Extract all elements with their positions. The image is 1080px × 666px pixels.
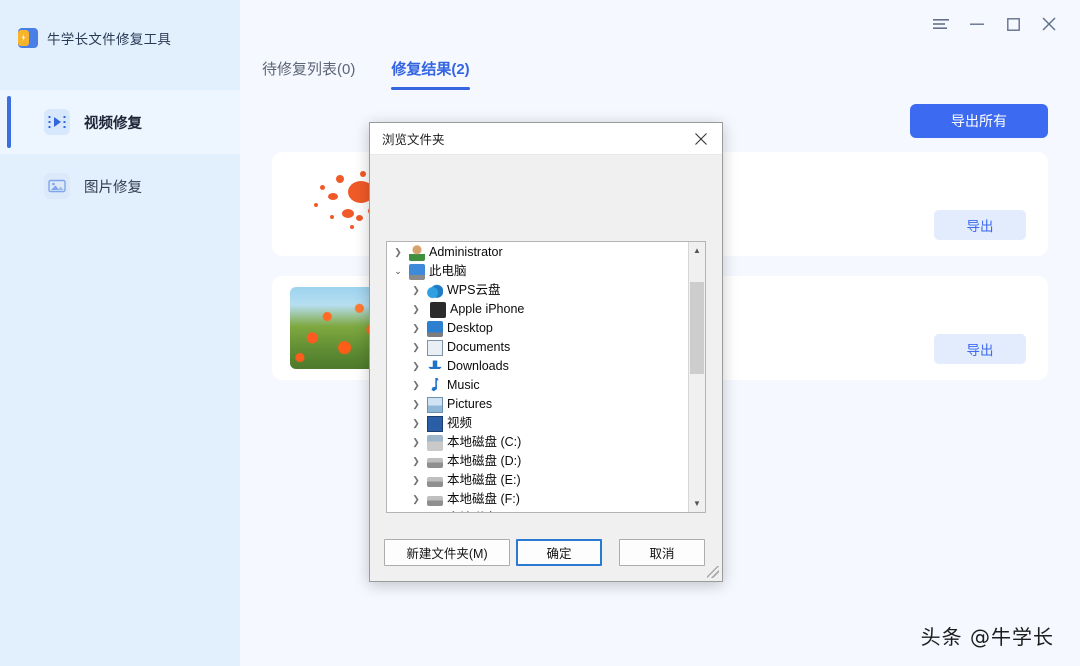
app-logo-icon bbox=[18, 28, 38, 48]
tree-item[interactable]: ❯ 本地磁盘 (G:) bbox=[387, 509, 688, 512]
tree-item[interactable]: ❯ WPS云盘 bbox=[387, 281, 688, 300]
folder-tree: ❯ Administrator ⌄ 此电脑 ❯ WPS云盘 ❯ Apple iP… bbox=[387, 242, 688, 512]
disk-icon bbox=[427, 496, 443, 506]
scroll-down-icon[interactable]: ▼ bbox=[689, 495, 705, 512]
tree-item-label: WPS云盘 bbox=[447, 283, 501, 298]
tree-item[interactable]: ❯ Downloads bbox=[387, 357, 688, 376]
new-folder-button[interactable]: 新建文件夹(M) bbox=[384, 538, 510, 566]
tree-item-label: 本地磁盘 (D:) bbox=[447, 454, 522, 469]
folder-tree-panel: ❯ Administrator ⌄ 此电脑 ❯ WPS云盘 ❯ Apple iP… bbox=[386, 241, 706, 513]
tree-scrollbar[interactable]: ▲ ▼ bbox=[688, 242, 705, 512]
video-repair-icon bbox=[44, 109, 70, 135]
chevron-right-icon[interactable]: ❯ bbox=[409, 322, 423, 336]
tree-item[interactable]: ❯ Administrator bbox=[387, 243, 688, 262]
app-brand: 牛学长文件修复工具 bbox=[0, 0, 240, 56]
chevron-right-icon[interactable]: ❯ bbox=[409, 284, 423, 298]
scroll-up-icon[interactable]: ▲ bbox=[689, 242, 705, 259]
tree-item[interactable]: ❯ Music bbox=[387, 376, 688, 395]
minimize-icon[interactable] bbox=[962, 9, 992, 39]
tree-item-label: 此电脑 bbox=[429, 264, 467, 279]
dialog-body: ❯ Administrator ⌄ 此电脑 ❯ WPS云盘 ❯ Apple iP… bbox=[370, 155, 722, 523]
phone-icon bbox=[430, 301, 446, 318]
disk-c-icon bbox=[427, 434, 443, 451]
user-icon bbox=[409, 244, 425, 261]
tree-item-label: Administrator bbox=[429, 245, 503, 260]
tab-bar: 待修复列表(0) 修复结果(2) bbox=[240, 48, 1080, 90]
pictures-icon bbox=[427, 396, 443, 413]
export-button[interactable]: 导出 bbox=[934, 334, 1026, 364]
window-titlebar bbox=[240, 0, 1080, 48]
tree-item-label: Pictures bbox=[447, 397, 493, 412]
ok-button[interactable]: 确定 bbox=[516, 538, 602, 566]
image-repair-icon bbox=[44, 173, 70, 199]
chevron-down-icon[interactable]: ⌄ bbox=[391, 265, 405, 279]
tree-item[interactable]: ⌄ 此电脑 bbox=[387, 262, 688, 281]
chevron-right-icon[interactable]: ❯ bbox=[409, 493, 423, 507]
chevron-right-icon[interactable]: ❯ bbox=[409, 341, 423, 355]
tree-item-label: 本地磁盘 (C:) bbox=[447, 435, 522, 450]
tab-pending-list[interactable]: 待修复列表(0) bbox=[262, 58, 355, 90]
chevron-right-icon[interactable]: ❯ bbox=[409, 436, 423, 450]
close-icon[interactable] bbox=[1034, 9, 1064, 39]
chevron-right-icon[interactable]: ❯ bbox=[409, 417, 423, 431]
cloud-icon bbox=[427, 282, 443, 299]
browse-folder-dialog: 浏览文件夹 ❯ Administrator ⌄ 此电脑 ❯ WPS云盘 ❯ Ap… bbox=[369, 122, 723, 582]
tree-item-label: 视频 bbox=[447, 416, 473, 431]
sidebar-item-video-repair[interactable]: 视频修复 bbox=[0, 90, 240, 154]
tree-item[interactable]: ❯ 本地磁盘 (C:) bbox=[387, 433, 688, 452]
chevron-right-icon[interactable]: ❯ bbox=[409, 360, 423, 374]
tree-item-label: 本地磁盘 (F:) bbox=[447, 492, 520, 507]
disk-icon bbox=[427, 477, 443, 487]
dialog-footer: 新建文件夹(M) 确定 取消 bbox=[370, 523, 722, 581]
tree-item[interactable]: ❯ Documents bbox=[387, 338, 688, 357]
sidebar-item-image-repair[interactable]: 图片修复 bbox=[0, 154, 240, 218]
sidebar: 牛学长文件修复工具 视频修复 图片修复 bbox=[0, 0, 240, 666]
tree-item[interactable]: ❯ Pictures bbox=[387, 395, 688, 414]
sidebar-item-label: 图片修复 bbox=[84, 179, 142, 196]
sidebar-nav: 视频修复 图片修复 bbox=[0, 90, 240, 218]
tree-item[interactable]: ❯ 本地磁盘 (D:) bbox=[387, 452, 688, 471]
tree-item-label: Downloads bbox=[447, 359, 509, 374]
dialog-instruction-area bbox=[370, 155, 722, 231]
chevron-right-icon[interactable]: ❯ bbox=[409, 303, 423, 317]
chevron-right-icon[interactable]: ❯ bbox=[409, 455, 423, 469]
cancel-button[interactable]: 取消 bbox=[619, 538, 705, 566]
sidebar-item-label: 视频修复 bbox=[84, 115, 142, 132]
tree-item-label: Desktop bbox=[447, 321, 493, 336]
export-all-button[interactable]: 导出所有 bbox=[910, 104, 1048, 138]
tree-item-label: Documents bbox=[447, 340, 511, 355]
menu-icon[interactable] bbox=[926, 9, 956, 39]
documents-icon bbox=[427, 339, 443, 356]
dialog-title: 浏览文件夹 bbox=[382, 133, 445, 147]
chevron-right-icon[interactable]: ❯ bbox=[409, 474, 423, 488]
chevron-right-icon[interactable]: ❯ bbox=[409, 398, 423, 412]
music-icon bbox=[431, 377, 439, 392]
export-button[interactable]: 导出 bbox=[934, 210, 1026, 240]
computer-icon bbox=[409, 263, 425, 280]
resize-grip-icon[interactable] bbox=[707, 566, 719, 578]
chevron-right-icon[interactable]: ❯ bbox=[391, 246, 405, 260]
tree-item[interactable]: ❯ Apple iPhone bbox=[387, 300, 688, 319]
downloads-icon bbox=[428, 358, 442, 375]
app-title: 牛学长文件修复工具 bbox=[47, 32, 172, 47]
tree-item-label: Music bbox=[447, 378, 480, 393]
tree-item[interactable]: ❯ 本地磁盘 (F:) bbox=[387, 490, 688, 509]
tree-item[interactable]: ❯ Desktop bbox=[387, 319, 688, 338]
dialog-close-icon[interactable] bbox=[684, 124, 718, 154]
tree-item-label: Apple iPhone bbox=[450, 302, 525, 317]
app-window: 牛学长文件修复工具 视频修复 图片修复 待修复列表(0) 修复结果(2) 导出所… bbox=[0, 0, 1080, 666]
chevron-right-icon[interactable]: ❯ bbox=[409, 379, 423, 393]
tree-item-label: 本地磁盘 (E:) bbox=[447, 473, 521, 488]
tree-item[interactable]: ❯ 本地磁盘 (E:) bbox=[387, 471, 688, 490]
videos-icon bbox=[427, 415, 443, 432]
maximize-icon[interactable] bbox=[998, 9, 1028, 39]
desktop-icon bbox=[427, 320, 443, 337]
watermark: 头条 @牛学长 bbox=[920, 625, 1054, 649]
tree-item[interactable]: ❯ 视频 bbox=[387, 414, 688, 433]
dialog-titlebar: 浏览文件夹 bbox=[370, 123, 722, 155]
disk-icon bbox=[427, 458, 443, 468]
tab-repair-results[interactable]: 修复结果(2) bbox=[391, 58, 471, 90]
scrollbar-thumb[interactable] bbox=[690, 282, 704, 374]
chevron-right-icon[interactable]: ❯ bbox=[409, 512, 423, 513]
